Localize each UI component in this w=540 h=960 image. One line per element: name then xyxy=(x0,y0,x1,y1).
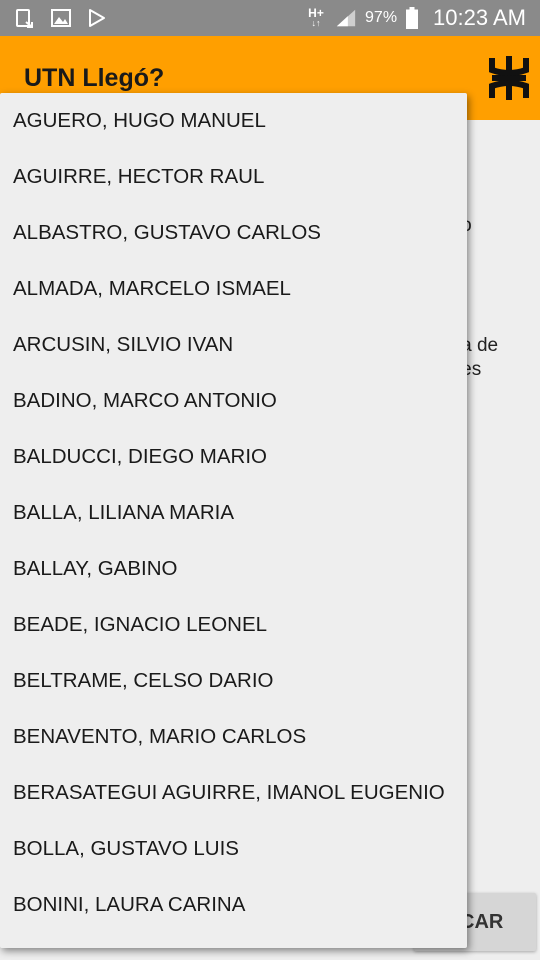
dropdown-item[interactable]: AGUERO, HUGO MANUEL xyxy=(0,93,467,149)
image-icon xyxy=(50,7,72,29)
dropdown-item[interactable]: ALMADA, MARCELO ISMAEL xyxy=(0,261,467,317)
screenshot-icon xyxy=(14,7,36,29)
signal-icon xyxy=(335,7,357,29)
play-store-icon xyxy=(86,7,108,29)
dropdown-item[interactable]: BEADE, IGNACIO LEONEL xyxy=(0,597,467,653)
dropdown-item[interactable]: BOLLA, GUSTAVO LUIS xyxy=(0,821,467,877)
dropdown-item[interactable]: BERASATEGUI AGUIRRE, IMANOL EUGENIO xyxy=(0,765,467,821)
dropdown-item[interactable]: BALDUCCI, DIEGO MARIO xyxy=(0,429,467,485)
dropdown-item[interactable]: BALLA, LILIANA MARIA xyxy=(0,485,467,541)
dropdown-item[interactable]: BENAVENTO, MARIO CARLOS xyxy=(0,709,467,765)
dropdown-item[interactable]: BONINI, LAURA CARINA xyxy=(0,877,467,933)
dropdown-item[interactable]: ARCUSIN, SILVIO IVAN xyxy=(0,317,467,373)
dropdown-item[interactable]: BADINO, MARCO ANTONIO xyxy=(0,373,467,429)
dropdown-item[interactable]: AGUIRRE, HECTOR RAUL xyxy=(0,149,467,205)
clock: 10:23 AM xyxy=(433,5,526,30)
battery-icon xyxy=(405,7,419,29)
network-type-label: H+ ↓↑ xyxy=(308,6,324,28)
dropdown-item[interactable]: BELTRAME, CELSO DARIO xyxy=(0,653,467,709)
dropdown-list[interactable]: AGUERO, HUGO MANUEL AGUIRRE, HECTOR RAUL… xyxy=(0,93,467,948)
dropdown-item[interactable]: ALBASTRO, GUSTAVO CARLOS xyxy=(0,205,467,261)
status-bar: H+ ↓↑ 97% 10:23 AM xyxy=(0,0,540,36)
utn-logo-icon xyxy=(488,54,530,102)
battery-percent: 97% xyxy=(365,9,398,26)
dropdown-item[interactable]: BALLAY, GABINO xyxy=(0,541,467,597)
app-title: UTN Llegó? xyxy=(24,64,165,92)
